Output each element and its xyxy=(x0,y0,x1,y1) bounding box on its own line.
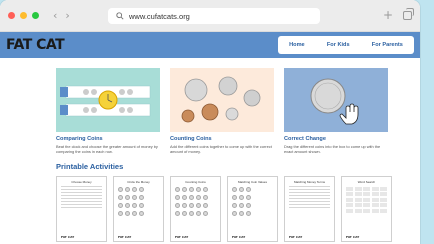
activity-description: Beat the clock and choose the greater am… xyxy=(56,144,158,155)
printable-brand: FAT CAT xyxy=(175,234,189,239)
activity-card-counting-coins[interactable]: Counting Coins Add the different coins t… xyxy=(170,68,274,155)
printable-sheet[interactable]: Word Search FAT CAT xyxy=(341,175,392,242)
minimize-window-button[interactable] xyxy=(20,12,27,19)
activity-card-comparing-coins[interactable]: Comparing Coins Beat the clock and choos… xyxy=(56,68,160,155)
coins-illustration xyxy=(181,76,261,123)
activity-title[interactable]: Comparing Coins xyxy=(56,136,160,142)
printable-sheet[interactable]: Matching Money Terms FAT CAT xyxy=(284,175,335,242)
comparing-coins-thumbnail[interactable] xyxy=(56,68,160,132)
printables-list: Choose Money FAT CAT Circle the Money FA… xyxy=(56,175,420,242)
printable-title: Matching Money Terms xyxy=(294,179,325,184)
nav-link-home[interactable]: Home xyxy=(289,42,305,48)
counting-coins-thumbnail[interactable] xyxy=(170,68,274,132)
close-window-button[interactable] xyxy=(8,12,15,19)
activity-title[interactable]: Correct Change xyxy=(284,136,388,142)
main-nav: Home For Kids For Parents xyxy=(278,36,414,54)
printable-brand: FAT CAT xyxy=(232,234,246,239)
activity-description: Add the different coins together to come… xyxy=(170,144,272,155)
printable-brand: FAT CAT xyxy=(61,234,75,239)
printable-sheet[interactable]: Circle the Money FAT CAT xyxy=(113,175,164,242)
activity-card-correct-change[interactable]: Correct Change Drag the different coins … xyxy=(284,68,388,155)
nav-link-for-kids[interactable]: For Kids xyxy=(327,42,350,48)
browser-window: ‹ › www.cufatcats.org + FAT CAT Home For… xyxy=(0,0,420,244)
printable-title: Word Search xyxy=(357,179,376,184)
printable-title: Circle the Money xyxy=(127,179,150,184)
printable-sheet[interactable]: Matching Coin Values FAT CAT xyxy=(227,175,278,242)
printables-heading: Printable Activities xyxy=(56,161,124,171)
activity-description: Drag the different coins into the box to… xyxy=(284,144,381,155)
printable-sheet[interactable]: Choose Money FAT CAT xyxy=(56,175,107,242)
search-icon xyxy=(116,12,124,20)
correct-change-thumbnail[interactable] xyxy=(284,68,388,132)
maximize-window-button[interactable] xyxy=(32,12,39,19)
nav-link-for-parents[interactable]: For Parents xyxy=(372,42,403,48)
printable-brand: FAT CAT xyxy=(346,234,360,239)
new-tab-icon[interactable]: + xyxy=(383,8,393,22)
back-icon[interactable]: ‹ xyxy=(53,9,57,22)
window-controls xyxy=(8,12,39,19)
site-logo[interactable]: FAT CAT xyxy=(6,37,65,53)
activity-list: Comparing Coins Beat the clock and choos… xyxy=(56,68,420,155)
printable-title: Matching Coin Values xyxy=(238,179,267,184)
address-bar[interactable]: www.cufatcats.org xyxy=(108,8,320,24)
site-header: FAT CAT Home For Kids For Parents xyxy=(0,32,420,58)
activity-title[interactable]: Counting Coins xyxy=(170,136,274,142)
printable-title: Counting Coins xyxy=(185,179,206,184)
page-content: Comparing Coins Beat the clock and choos… xyxy=(0,58,420,242)
hand-cursor-icon xyxy=(339,103,359,125)
url-text: www.cufatcats.org xyxy=(129,11,190,21)
printable-sheet[interactable]: Counting Coins FAT CAT xyxy=(170,175,221,242)
printable-brand: FAT CAT xyxy=(289,234,303,239)
comparing-coins-illustration xyxy=(60,85,151,117)
printable-brand: FAT CAT xyxy=(118,234,132,239)
quarter-illustration xyxy=(310,78,359,125)
printable-title: Choose Money xyxy=(71,179,92,184)
tabs-overview-icon[interactable] xyxy=(403,7,414,20)
browser-toolbar: ‹ › www.cufatcats.org + xyxy=(0,0,420,32)
forward-icon[interactable]: › xyxy=(65,9,69,22)
